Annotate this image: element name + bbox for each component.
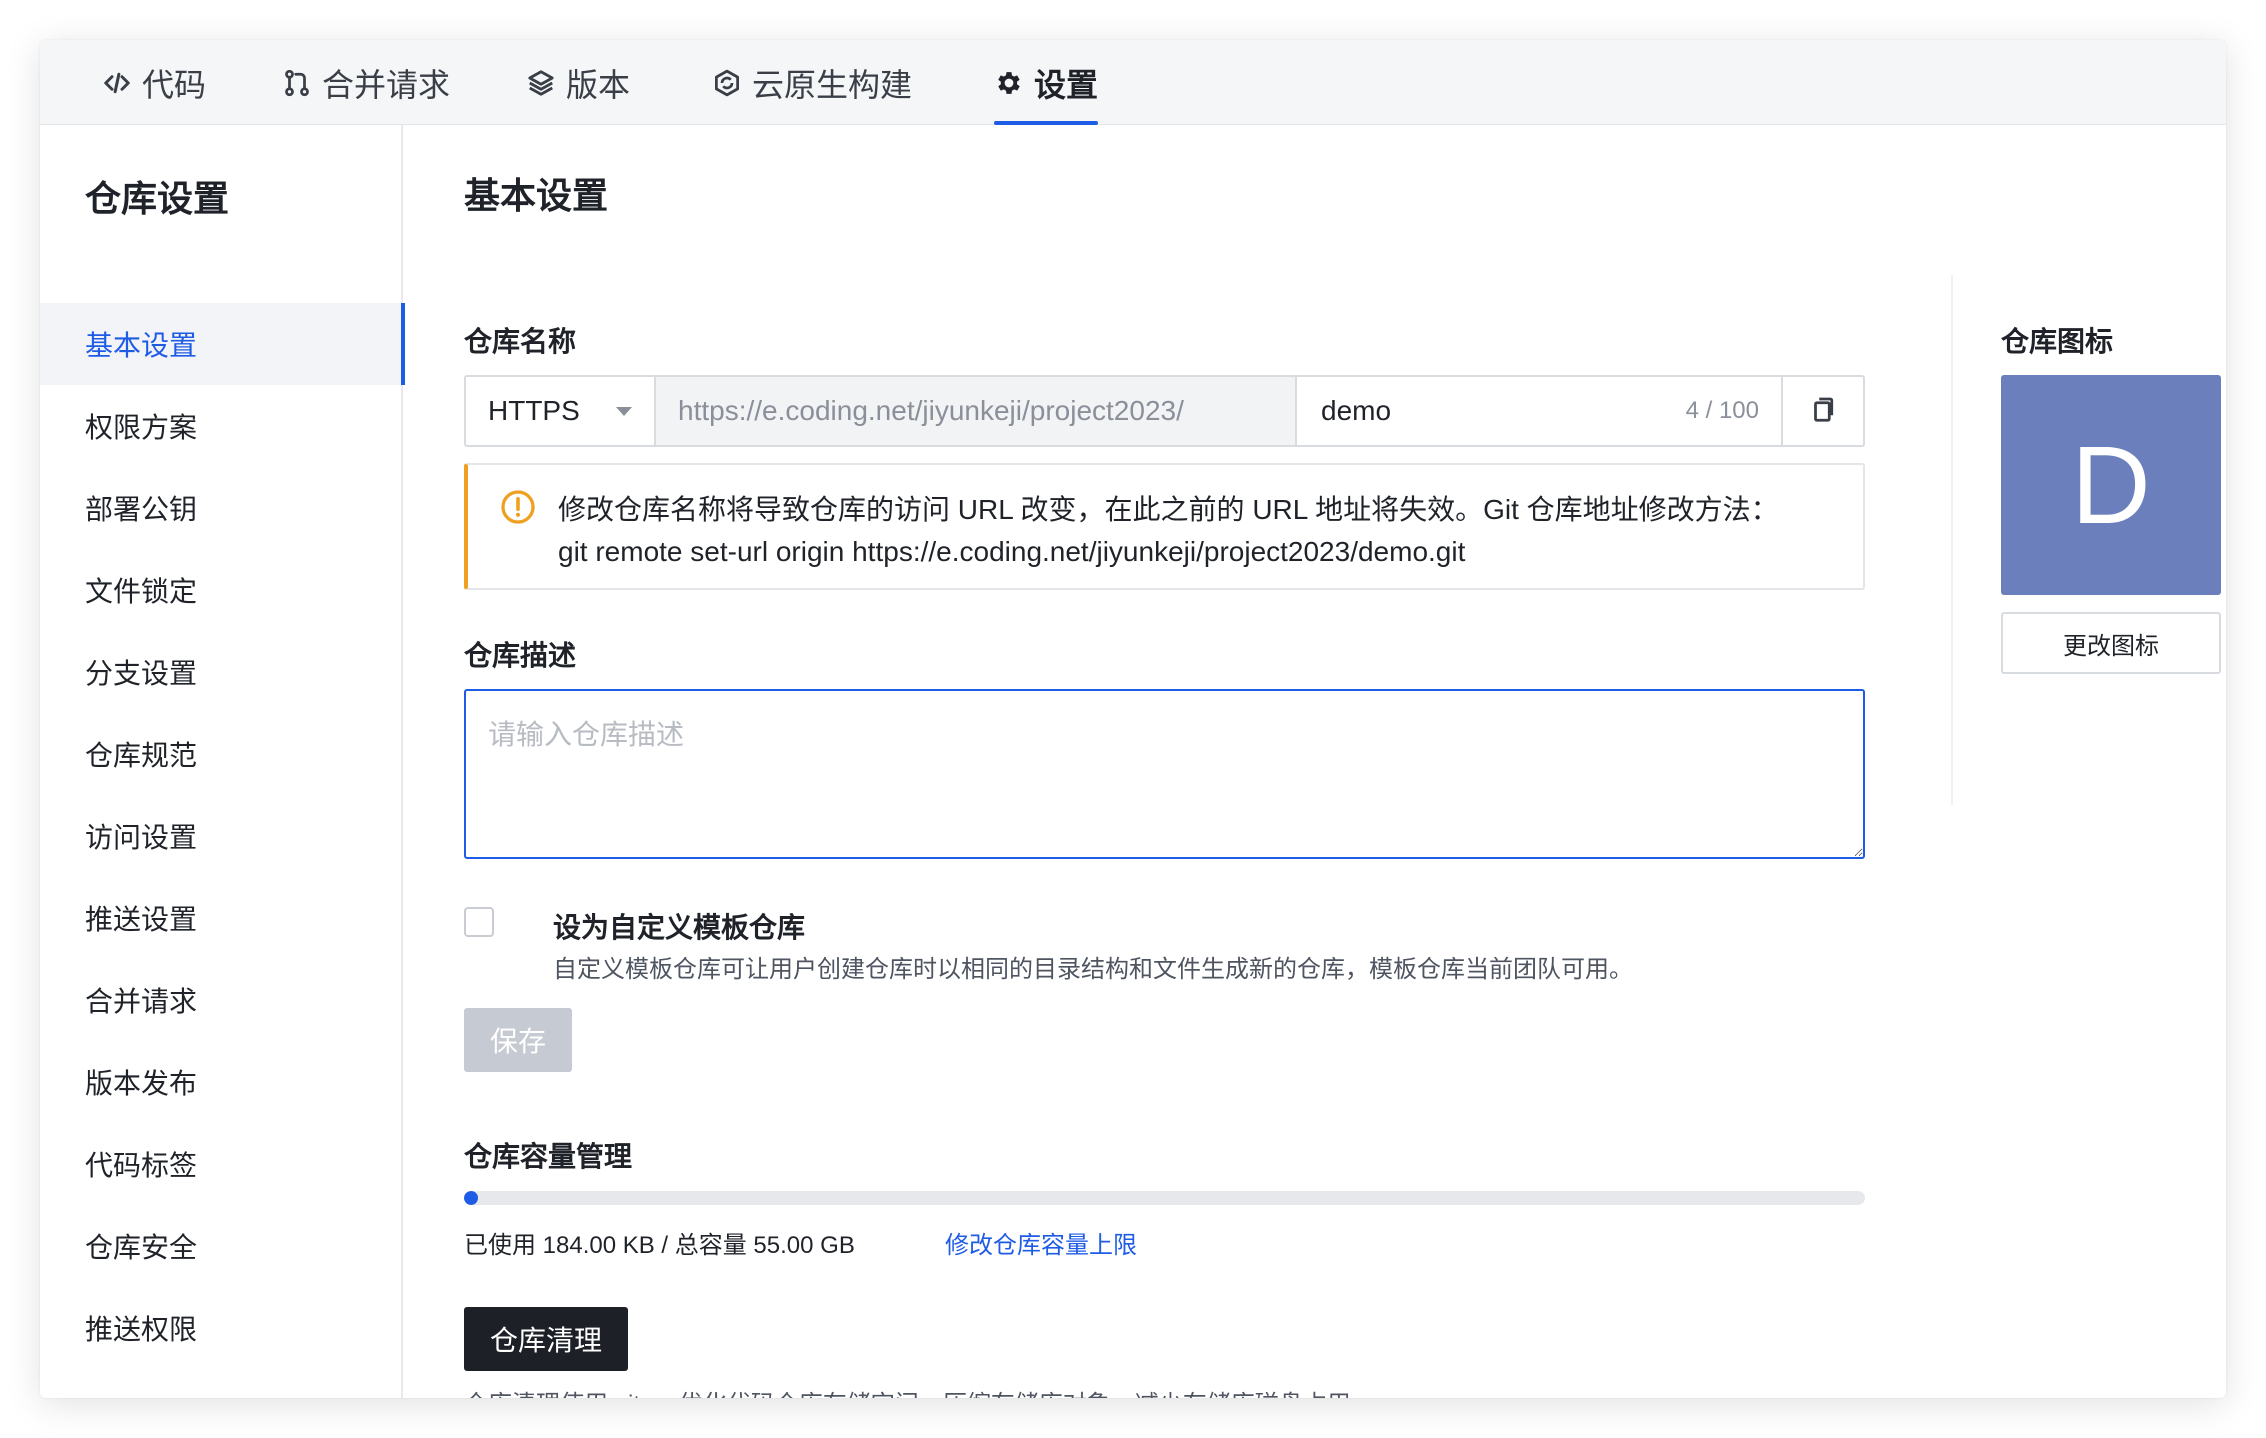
merge-request-icon: [282, 68, 312, 98]
sidebar-item-label: 分支设置: [85, 658, 198, 689]
capacity-label: 仓库容量管理: [464, 1141, 633, 1172]
top-nav: 代码 合并请求 版本 云原生构建 设置: [40, 40, 2226, 125]
sidebar-item-label: 基本设置: [85, 330, 198, 361]
alert-line-2: git remote set-url origin https://e.codi…: [558, 536, 1466, 567]
sidebar-item-label: 版本发布: [85, 1068, 198, 1099]
sidebar-item-push-permissions[interactable]: 推送权限: [40, 1287, 403, 1369]
change-icon-button[interactable]: 更改图标: [2001, 612, 2221, 674]
char-counter: 4 / 100: [1685, 397, 1759, 424]
sidebar-item-access-settings[interactable]: 访问设置: [40, 795, 403, 877]
sidebar-item-label: 推送权限: [85, 1314, 198, 1345]
tab-code-label: 代码: [142, 66, 207, 103]
repo-description-label: 仓库描述: [464, 640, 577, 671]
tab-cloud-build[interactable]: 云原生构建: [712, 40, 912, 125]
sidebar-title: 仓库设置: [85, 178, 230, 219]
app-window: 代码 合并请求 版本 云原生构建 设置 仓库设置 基本设置 权限方案 部署公钥 …: [40, 40, 2226, 1398]
sidebar-item-repo-security[interactable]: 仓库安全: [40, 1205, 403, 1287]
gear-icon: [994, 68, 1024, 98]
sidebar-item-label: 推送设置: [85, 904, 198, 935]
sidebar-item-repo-rules[interactable]: 仓库规范: [40, 713, 403, 795]
protocol-select[interactable]: HTTPS: [466, 377, 656, 445]
sidebar-item-releases[interactable]: 版本发布: [40, 1041, 403, 1123]
sidebar-item-label: 部署公钥: [85, 494, 198, 525]
tab-merge-requests-label: 合并请求: [322, 66, 451, 103]
sidebar-item-deploy-keys[interactable]: 部署公钥: [40, 467, 403, 549]
tab-versions-label: 版本: [566, 66, 631, 103]
modify-capacity-link[interactable]: 修改仓库容量上限: [945, 1225, 1137, 1260]
sidebar-item-branch-settings[interactable]: 分支设置: [40, 631, 403, 713]
sidebar-item-push-settings[interactable]: 推送设置: [40, 877, 403, 959]
tab-code[interactable]: 代码: [102, 40, 206, 125]
sidebar-item-label: 仓库规范: [85, 740, 198, 771]
template-checkbox[interactable]: [464, 907, 494, 937]
repo-description-input[interactable]: [464, 689, 1865, 859]
layers-icon: [526, 68, 556, 98]
cloud-build-icon: [712, 68, 742, 98]
template-label: 设为自定义模板仓库: [553, 912, 806, 943]
sidebar-item-label: 文件锁定: [85, 576, 198, 607]
warning-alert: 修改仓库名称将导致仓库的访问 URL 改变，在此之前的 URL 地址将失效。Gi…: [464, 463, 1865, 590]
sidebar-item-basic-settings[interactable]: 基本设置: [40, 303, 405, 385]
sidebar: 仓库设置 基本设置 权限方案 部署公钥 文件锁定 分支设置 仓库规范 访问设置 …: [40, 125, 405, 1398]
sidebar-item-file-lock[interactable]: 文件锁定: [40, 549, 403, 631]
tab-settings[interactable]: 设置: [994, 40, 1099, 125]
tab-merge-requests[interactable]: 合并请求: [282, 40, 450, 125]
cleanup-hint: 仓库清理使用 git gc 优化代码仓库存储空间，压缩存储库对象，减少存储库磁盘…: [464, 1384, 1375, 1398]
sidebar-item-label: 权限方案: [85, 412, 198, 443]
warning-icon: [500, 489, 536, 525]
tab-cloud-build-label: 云原生构建: [752, 66, 913, 103]
vertical-divider: [1951, 275, 1953, 805]
copy-icon: [1808, 394, 1838, 429]
repo-icon-label: 仓库图标: [2001, 326, 2114, 357]
sidebar-item-permission-scheme[interactable]: 权限方案: [40, 385, 403, 467]
sidebar-item-merge-requests[interactable]: 合并请求: [40, 959, 403, 1041]
repo-name-row: HTTPS https://e.coding.net/jiyunkeji/pro…: [464, 375, 1865, 447]
caret-down-icon: [616, 406, 632, 416]
sidebar-item-label: 访问设置: [85, 822, 198, 853]
capacity-progress-fill: [464, 1191, 478, 1205]
sidebar-item-label: 合并请求: [85, 986, 198, 1017]
repo-cleanup-button[interactable]: 仓库清理: [464, 1307, 628, 1371]
tab-versions[interactable]: 版本: [526, 40, 630, 125]
save-button[interactable]: 保存: [464, 1008, 572, 1072]
main-content: 基本设置 仓库名称 HTTPS https://e.coding.net/jiy…: [403, 125, 2226, 1398]
capacity-progress-bar: [464, 1191, 1865, 1205]
copy-button[interactable]: [1783, 377, 1863, 445]
sidebar-item-code-tags[interactable]: 代码标签: [40, 1123, 403, 1205]
sidebar-item-label: 代码标签: [85, 1150, 198, 1181]
repo-name-input[interactable]: [1321, 395, 1621, 427]
alert-line-1: 修改仓库名称将导致仓库的访问 URL 改变，在此之前的 URL 地址将失效。Gi…: [558, 494, 1779, 525]
sidebar-item-label: 仓库安全: [85, 1232, 198, 1263]
template-hint: 自定义模板仓库可让用户创建仓库时以相同的目录结构和文件生成新的仓库，模板仓库当前…: [553, 956, 1633, 983]
page-title: 基本设置: [464, 175, 609, 216]
url-prefix: https://e.coding.net/jiyunkeji/project20…: [656, 377, 1297, 445]
repo-name-field[interactable]: 4 / 100: [1297, 377, 1783, 445]
capacity-usage-text: 已使用 184.00 KB / 总容量 55.00 GB: [464, 1232, 855, 1259]
repo-avatar: D: [2001, 375, 2221, 595]
tab-settings-label: 设置: [1034, 66, 1099, 103]
code-icon: [102, 68, 132, 98]
avatar-letter: D: [2071, 423, 2151, 547]
protocol-value: HTTPS: [488, 395, 580, 426]
repo-name-label: 仓库名称: [464, 326, 577, 357]
